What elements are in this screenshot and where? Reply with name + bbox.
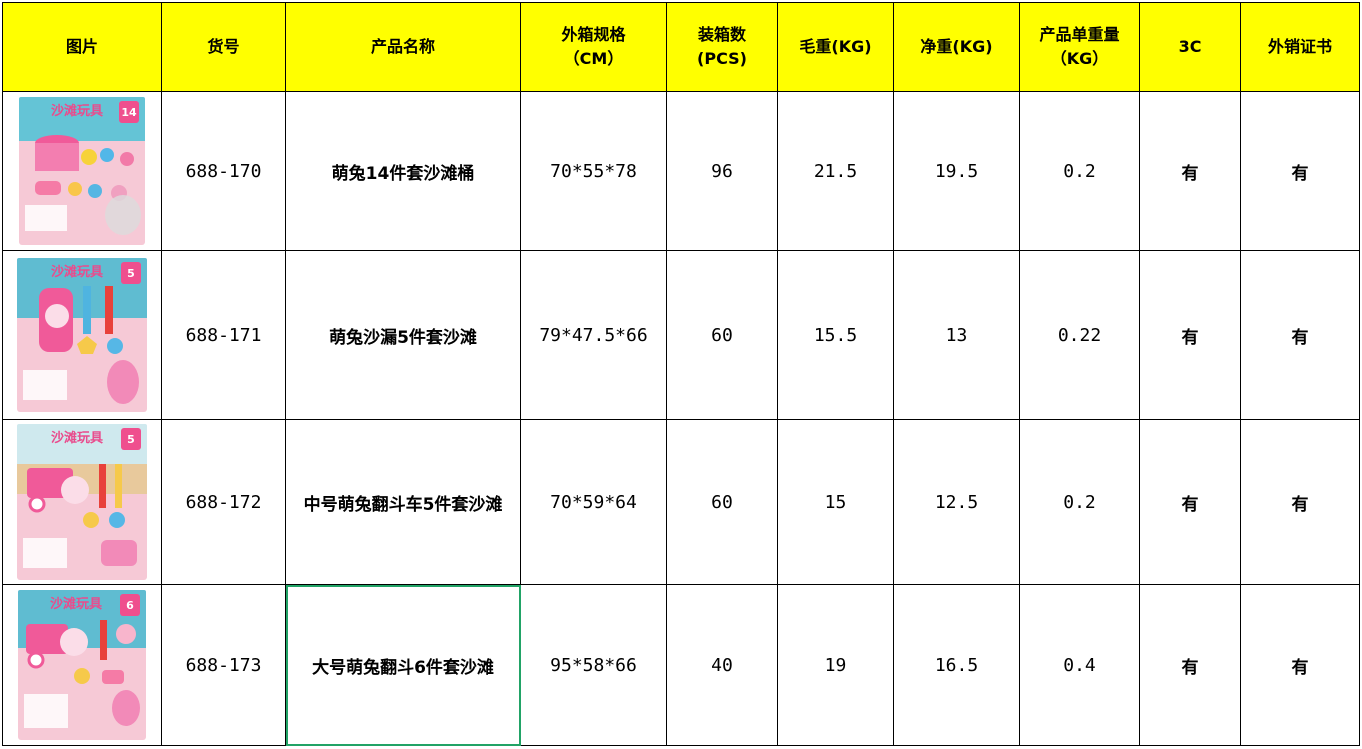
- cell-sku[interactable]: 688-171: [161, 250, 286, 420]
- cell-pack-qty[interactable]: 60: [666, 419, 778, 585]
- header-cell-product-name[interactable]: 产品名称: [285, 2, 521, 92]
- header-cell-pack-qty[interactable]: 装箱数 (PCS): [666, 2, 778, 92]
- header-cell-3c[interactable]: 3C: [1139, 2, 1241, 92]
- cell-3c[interactable]: 有: [1139, 91, 1241, 251]
- cell-product-name[interactable]: 大号萌兔翻斗6件套沙滩: [285, 584, 521, 746]
- cell-unit-weight[interactable]: 0.2: [1019, 419, 1140, 585]
- product-image: 沙滩玩具 6: [18, 590, 146, 740]
- header-cell-net-weight[interactable]: 净重(KG): [893, 2, 1020, 92]
- cell-unit-weight[interactable]: 0.22: [1019, 250, 1140, 420]
- cell-export-cert[interactable]: 有: [1240, 91, 1360, 251]
- package-title: 沙滩玩具: [51, 430, 103, 446]
- product-image: 沙滩玩具 5: [17, 424, 147, 580]
- cell-gross-weight[interactable]: 21.5: [777, 91, 894, 251]
- cell-gross-weight[interactable]: 19: [777, 584, 894, 746]
- cell-3c[interactable]: 有: [1139, 250, 1241, 420]
- product-image: 沙滩玩具 14: [19, 97, 145, 245]
- cell-image[interactable]: 沙滩玩具 5: [2, 419, 162, 585]
- package-title: 沙滩玩具: [51, 103, 103, 119]
- header-cell-sku[interactable]: 货号: [161, 2, 286, 92]
- header-cell-gross-weight[interactable]: 毛重(KG): [777, 2, 894, 92]
- product-spreadsheet: 图片 货号 产品名称 外箱规格 （CM） 装箱数 (PCS) 毛重(KG) 净重…: [2, 2, 1360, 746]
- cell-net-weight[interactable]: 19.5: [893, 91, 1020, 251]
- piece-count-badge: 5: [127, 267, 135, 280]
- cell-3c[interactable]: 有: [1139, 419, 1241, 585]
- header-cell-export-cert[interactable]: 外销证书: [1240, 2, 1360, 92]
- cell-image[interactable]: 沙滩玩具 14: [2, 91, 162, 251]
- cell-unit-weight[interactable]: 0.4: [1019, 584, 1140, 746]
- cell-gross-weight[interactable]: 15: [777, 419, 894, 585]
- piece-count-badge: 6: [126, 599, 134, 612]
- cell-export-cert[interactable]: 有: [1240, 584, 1360, 746]
- table-row: 沙滩玩具 6 688-173 大号萌兔翻斗6件套沙滩 95*58*66 40 1…: [2, 584, 1360, 746]
- cell-box-size[interactable]: 70*59*64: [520, 419, 667, 585]
- cell-export-cert[interactable]: 有: [1240, 250, 1360, 420]
- cell-net-weight[interactable]: 12.5: [893, 419, 1020, 585]
- table-row: 沙滩玩具 5 688-171 萌兔沙漏5件套沙滩 79*47.5*66 60 1…: [2, 250, 1360, 420]
- header-cell-box-size[interactable]: 外箱规格 （CM）: [520, 2, 667, 92]
- cell-3c[interactable]: 有: [1139, 584, 1241, 746]
- package-title: 沙滩玩具: [50, 596, 102, 612]
- cell-product-name[interactable]: 萌兔沙漏5件套沙滩: [285, 250, 521, 420]
- cell-sku[interactable]: 688-173: [161, 584, 286, 746]
- cell-pack-qty[interactable]: 40: [666, 584, 778, 746]
- cell-sku[interactable]: 688-172: [161, 419, 286, 585]
- header-cell-unit-weight[interactable]: 产品单重量 （KG）: [1019, 2, 1140, 92]
- cell-net-weight[interactable]: 16.5: [893, 584, 1020, 746]
- cell-image[interactable]: 沙滩玩具 6: [2, 584, 162, 746]
- cell-pack-qty[interactable]: 96: [666, 91, 778, 251]
- cell-unit-weight[interactable]: 0.2: [1019, 91, 1140, 251]
- cell-export-cert[interactable]: 有: [1240, 419, 1360, 585]
- table-row: 沙滩玩具 5 688-172 中号萌兔翻斗车5件套沙滩 70*59*64 60 …: [2, 419, 1360, 585]
- cell-box-size[interactable]: 79*47.5*66: [520, 250, 667, 420]
- cell-image[interactable]: 沙滩玩具 5: [2, 250, 162, 420]
- cell-product-name[interactable]: 萌兔14件套沙滩桶: [285, 91, 521, 251]
- product-image: 沙滩玩具 5: [17, 258, 147, 412]
- piece-count-badge: 14: [121, 106, 137, 119]
- cell-net-weight[interactable]: 13: [893, 250, 1020, 420]
- cell-product-name[interactable]: 中号萌兔翻斗车5件套沙滩: [285, 419, 521, 585]
- table-row: 沙滩玩具 14 688-170 萌兔14件套沙滩桶 70*55*78 96 21…: [2, 91, 1360, 251]
- cell-gross-weight[interactable]: 15.5: [777, 250, 894, 420]
- cell-pack-qty[interactable]: 60: [666, 250, 778, 420]
- package-title: 沙滩玩具: [51, 264, 103, 280]
- piece-count-badge: 5: [127, 433, 135, 446]
- cell-box-size[interactable]: 70*55*78: [520, 91, 667, 251]
- cell-sku[interactable]: 688-170: [161, 91, 286, 251]
- header-cell-image[interactable]: 图片: [2, 2, 162, 92]
- header-row: 图片 货号 产品名称 外箱规格 （CM） 装箱数 (PCS) 毛重(KG) 净重…: [2, 2, 1360, 92]
- cell-box-size[interactable]: 95*58*66: [520, 584, 667, 746]
